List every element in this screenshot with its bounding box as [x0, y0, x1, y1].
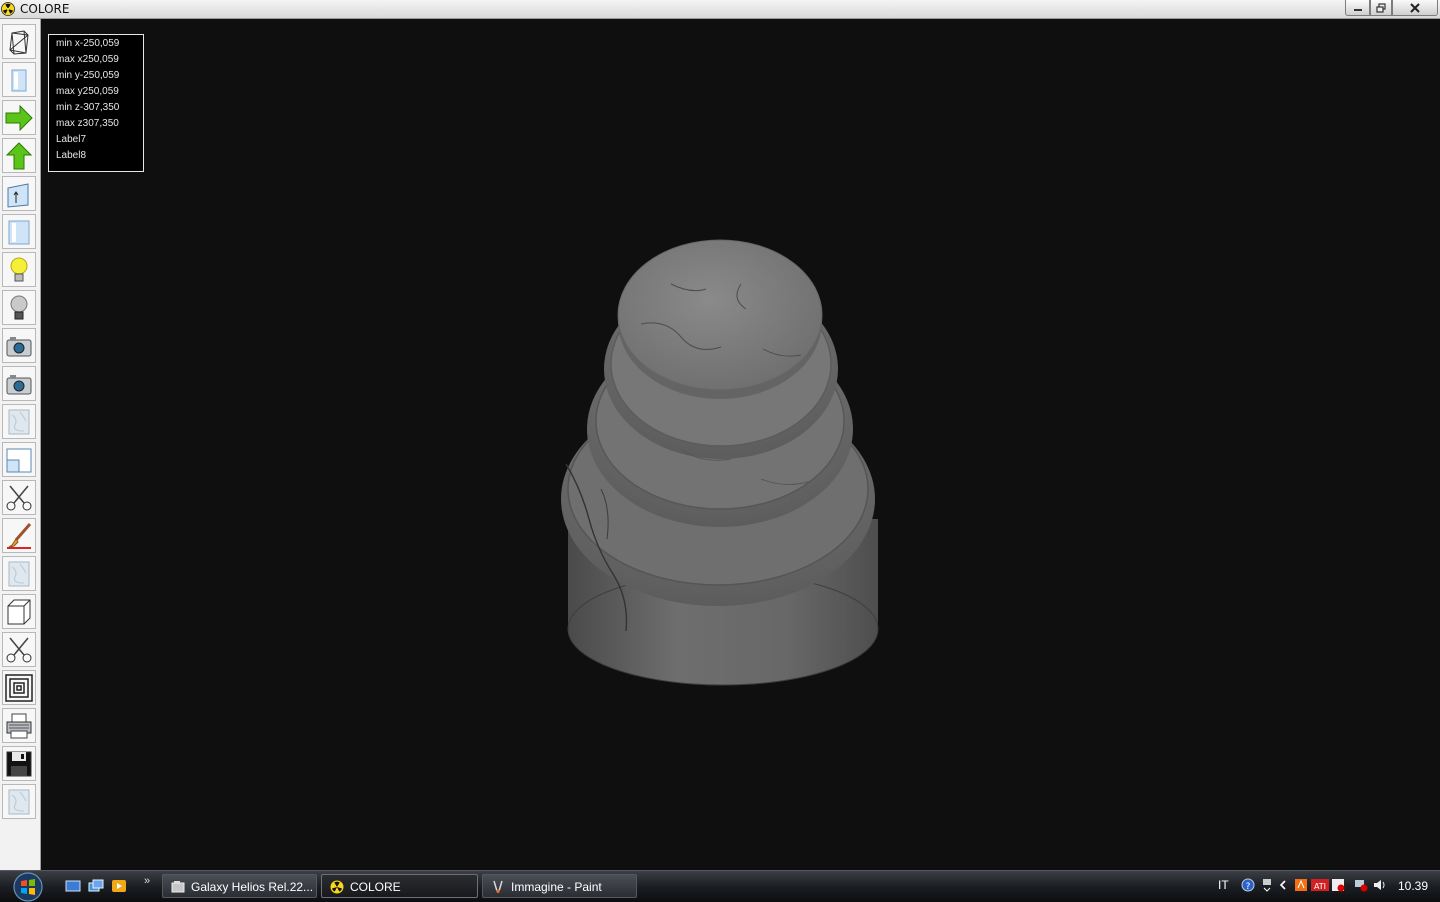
light-on-icon	[10, 257, 28, 281]
network-alert-icon[interactable]	[1354, 878, 1368, 892]
network-devices-icon[interactable]	[1260, 878, 1274, 892]
start-button[interactable]	[9, 872, 47, 902]
task-colore[interactable]: COLORE	[321, 874, 478, 898]
minimize-icon	[1353, 8, 1362, 11]
folder-icon	[171, 881, 185, 893]
bounds-info-panel: min x-250,059 max x250,059 min y-250,059…	[48, 34, 144, 172]
info-max-y: max y250,059	[56, 86, 119, 97]
solid-box-icon	[11, 69, 27, 91]
info-max-z: max z307,350	[56, 118, 119, 129]
minimize-button[interactable]	[1345, 0, 1370, 16]
toolbar-button-cube[interactable]	[2, 594, 36, 629]
toolbar-button-texture-2[interactable]	[2, 556, 36, 591]
toolbar-button-cut-2[interactable]	[2, 632, 36, 667]
restore-icon	[1376, 2, 1386, 13]
toolbar-button-print[interactable]	[2, 708, 36, 743]
texture-2-icon	[8, 561, 30, 586]
concentric-squares-icon	[5, 673, 33, 702]
info-max-x: max x250,059	[56, 54, 119, 65]
toolbar-button-texture-3[interactable]	[2, 784, 36, 819]
scissors-2-icon	[6, 637, 32, 662]
title-bar[interactable]: COLORE	[0, 0, 1440, 19]
wireframe-icon	[9, 29, 29, 55]
task-label: Immagine - Paint	[511, 880, 602, 894]
texture-3-icon	[8, 789, 30, 814]
taskbar: » Galaxy Helios Rel.22... COLORE Immagin…	[0, 870, 1440, 902]
close-icon	[1410, 2, 1420, 13]
brush-icon	[7, 522, 32, 549]
radiation-icon	[330, 880, 344, 894]
info-min-z: min z-307,350	[56, 102, 120, 113]
printer-icon	[6, 713, 32, 738]
light-off-icon	[10, 295, 28, 319]
toolbar-button-paint[interactable]	[2, 518, 36, 553]
language-indicator[interactable]: IT	[1218, 878, 1229, 892]
ati-icon[interactable]: ATI	[1311, 878, 1329, 892]
volume-icon[interactable]	[1372, 878, 1386, 892]
info-label7: Label7	[56, 134, 87, 145]
3d-viewport[interactable]	[41, 19, 1440, 870]
camera-2-icon	[6, 374, 32, 394]
toolbar-button-window[interactable]	[2, 442, 36, 477]
antivirus-icon[interactable]	[1294, 878, 1308, 892]
media-player-icon[interactable]	[111, 879, 127, 893]
toolbar-button-solid[interactable]	[2, 62, 36, 97]
info-min-x: min x-250,059	[56, 38, 120, 49]
svg-text:?: ?	[1246, 882, 1251, 892]
task-galaxy-helios[interactable]: Galaxy Helios Rel.22...	[162, 874, 317, 898]
toolbar-button-wireframe[interactable]	[2, 24, 36, 59]
system-tray: IT ? ATI 10.39	[1210, 871, 1440, 901]
window-title: COLORE	[20, 2, 70, 16]
info-min-y: min y-250,059	[56, 70, 120, 81]
box-up-icon	[7, 182, 29, 208]
window-icon	[6, 448, 32, 472]
close-button[interactable]	[1392, 0, 1438, 16]
camera-icon	[6, 336, 32, 356]
task-label: COLORE	[350, 880, 401, 894]
task-paint[interactable]: Immagine - Paint	[482, 874, 637, 898]
toolbar-button-camera-2[interactable]	[2, 366, 36, 401]
cube-icon	[7, 599, 31, 624]
switch-windows-icon[interactable]	[88, 879, 104, 893]
toolbar-button-texture[interactable]	[2, 404, 36, 439]
toolbar-button-save[interactable]	[2, 746, 36, 781]
chevron-left-icon[interactable]	[1276, 878, 1290, 892]
toolbar-button-light-on[interactable]	[2, 252, 36, 287]
cylinder-icon	[8, 220, 30, 244]
toolbar-button-arrow-right[interactable]	[2, 100, 36, 135]
help-icon[interactable]: ?	[1241, 878, 1255, 892]
quicklaunch-more[interactable]: »	[144, 875, 150, 887]
toolbar-button-arrow-up[interactable]	[2, 138, 36, 173]
toolbar-button-concentric[interactable]	[2, 670, 36, 705]
arrow-up-icon	[5, 141, 33, 169]
show-desktop-icon[interactable]	[65, 879, 81, 893]
paint-icon	[493, 880, 503, 893]
3d-model[interactable]	[41, 19, 1440, 870]
toolbar	[0, 19, 41, 870]
arrow-right-icon	[5, 104, 33, 131]
save-disk-icon	[6, 751, 32, 776]
radiation-icon	[1, 2, 15, 16]
security-alert-icon[interactable]	[1331, 878, 1345, 892]
toolbar-button-box-up[interactable]	[2, 176, 36, 211]
info-label8: Label8	[56, 150, 87, 161]
task-label: Galaxy Helios Rel.22...	[191, 880, 314, 894]
texture-icon	[8, 409, 30, 434]
toolbar-button-camera[interactable]	[2, 328, 36, 363]
toolbar-button-light-off[interactable]	[2, 290, 36, 325]
svg-text:ATI: ATI	[1314, 882, 1326, 891]
scissors-icon	[6, 485, 32, 510]
toolbar-button-cut[interactable]	[2, 480, 36, 515]
clock[interactable]: 10.39	[1398, 879, 1428, 893]
restore-button[interactable]	[1370, 0, 1392, 16]
toolbar-button-cylinder[interactable]	[2, 214, 36, 249]
